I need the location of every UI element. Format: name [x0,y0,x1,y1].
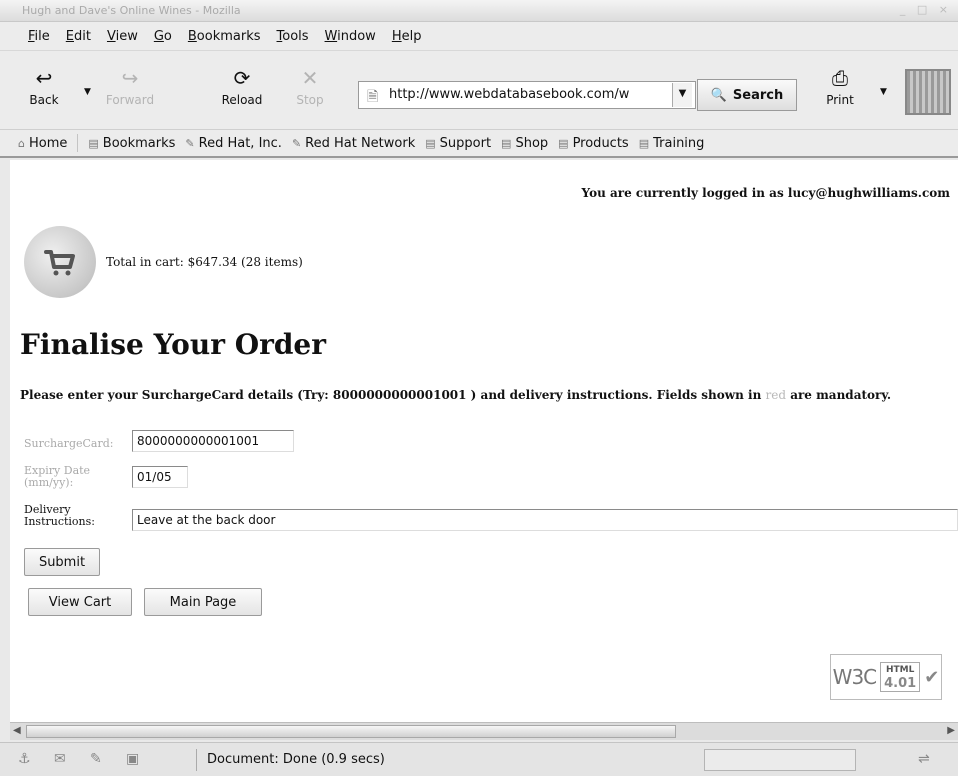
bookmark-folder-icon: ▤ [558,136,569,150]
stop-button[interactable]: ✕ Stop [280,59,340,121]
url-bar[interactable]: 🗎 http://www.webdatabasebook.com/w [358,81,696,109]
page-content: You are currently logged in as lucy@hugh… [10,160,958,722]
reload-button[interactable]: ⟳ Reload [212,59,272,121]
menu-window[interactable]: Window [325,29,376,44]
expiry-label: Expiry Date (mm/yy): [24,464,91,489]
bookmark-red-hat-network[interactable]: ✎ Red Hat Network [292,136,415,151]
progress-meter [704,749,856,771]
navigator-icon[interactable]: ⚓ [18,751,31,767]
forward-arrow-icon: ↪ [121,66,139,90]
bookmark-folder-icon: ▤ [425,136,436,150]
back-dropdown-icon[interactable]: ▼ [84,87,91,97]
address-book-icon[interactable]: ▣ [126,751,139,767]
menu-edit[interactable]: Edit [66,29,91,44]
printer-icon: ⎙ [832,66,848,90]
home-icon: ⌂ [18,136,25,150]
browser-throbber[interactable] [905,69,951,115]
scroll-left-icon[interactable]: ◀ [13,725,21,736]
page-title: Finalise Your Order [20,328,326,361]
stop-icon: ✕ [301,66,319,90]
bookmark-training[interactable]: ▤ Training [639,136,705,151]
card-number-field[interactable]: 8000000000001001 [132,430,294,452]
bookmark-bookmarks[interactable]: ▤ Bookmarks [88,136,175,151]
composer-icon[interactable]: ✎ [90,751,102,767]
online-status-icon[interactable]: ⇌ [918,751,930,767]
bookmark-shop[interactable]: ▤ Shop [501,136,548,151]
bookmark-folder-icon: ▤ [501,136,512,150]
menu-go[interactable]: Go [154,29,172,44]
print-dropdown-icon[interactable]: ▼ [880,87,887,97]
search-button[interactable]: 🔍 Search [697,79,797,111]
link-icon: ✎ [185,136,195,150]
reload-icon: ⟳ [233,66,251,90]
navigation-toolbar: ↩ Back ▼ ↪ Forward ⟳ Reload ✕ Stop 🗎 htt… [0,50,958,130]
status-bar: ⚓ ✉ ✎ ▣ Document: Done (0.9 secs) ⇌ [0,742,958,776]
back-arrow-icon: ↩ [35,66,53,90]
bookmark-home[interactable]: ⌂ Home [18,136,67,151]
scroll-right-icon[interactable]: ▶ [947,725,955,736]
card-label: SurchargeCard: [24,437,114,450]
status-text: Document: Done (0.9 secs) [196,749,696,771]
bookmark-support[interactable]: ▤ Support [425,136,491,151]
url-history-dropdown[interactable]: ▼ [672,83,692,107]
bookmarks-toolbar: ⌂ Home ▤ Bookmarks ✎ Red Hat, Inc. ✎ Red Hat… [0,130,958,158]
search-icon: 🔍 [710,87,727,103]
bookmark-folder-icon: ▤ [638,136,650,150]
delivery-label: Delivery Instructions: [24,503,95,528]
print-button[interactable]: ⎙ Print [810,59,870,121]
delivery-instructions-field[interactable]: Leave at the back door [132,509,958,531]
view-cart-button[interactable]: View Cart [28,588,132,616]
url-text: http://www.webdatabasebook.com/w [389,87,630,102]
page-icon: 🗎 [367,89,379,105]
back-button[interactable]: ↩ Back [14,59,74,121]
menu-help[interactable]: Help [392,29,422,44]
window-titlebar: Hugh and Dave's Online Wines - Mozilla _… [0,0,958,22]
menu-bar: File Edit View Go Bookmarks Tools Window… [0,22,958,50]
mandatory-color-word: red [765,388,787,402]
checkmark-icon: ✔ [924,666,940,688]
menu-view[interactable]: View [107,29,138,44]
link-icon: ✎ [291,136,302,150]
bookmark-products[interactable]: ▤ Products [558,136,629,151]
menu-file[interactable]: File [28,29,50,44]
menu-tools[interactable]: Tools [277,29,309,44]
cart-total: Total in cart: $647.34 (28 items) [106,255,303,269]
submit-button[interactable]: Submit [24,548,100,576]
horizontal-scrollbar[interactable]: ◀ ▶ [10,722,958,740]
expiry-date-field[interactable]: 01/05 [132,466,188,488]
bookmark-red-hat-inc[interactable]: ✎ Red Hat, Inc. [185,136,282,151]
forward-button[interactable]: ↪ Forward [100,59,160,121]
bookmark-folder-icon: ▤ [88,136,99,150]
mail-icon[interactable]: ✉ [54,751,66,767]
html-version-box: HTML 4.01 [880,662,921,692]
main-page-button[interactable]: Main Page [144,588,262,616]
form-instructions: Please enter your SurchargeCard details … [20,388,892,402]
menu-bookmarks[interactable]: Bookmarks [188,29,261,44]
login-status: You are currently logged in as lucy@hugh… [581,186,950,200]
shopping-cart-icon[interactable] [24,226,96,298]
window-controls[interactable]: _ □ × [900,3,952,16]
w3c-html-valid-badge[interactable]: W3C HTML 4.01 ✔ [830,654,942,700]
scrollbar-thumb[interactable] [26,725,676,738]
toolbar-separator [77,134,79,152]
window-title: Hugh and Dave's Online Wines - Mozilla [22,4,241,17]
